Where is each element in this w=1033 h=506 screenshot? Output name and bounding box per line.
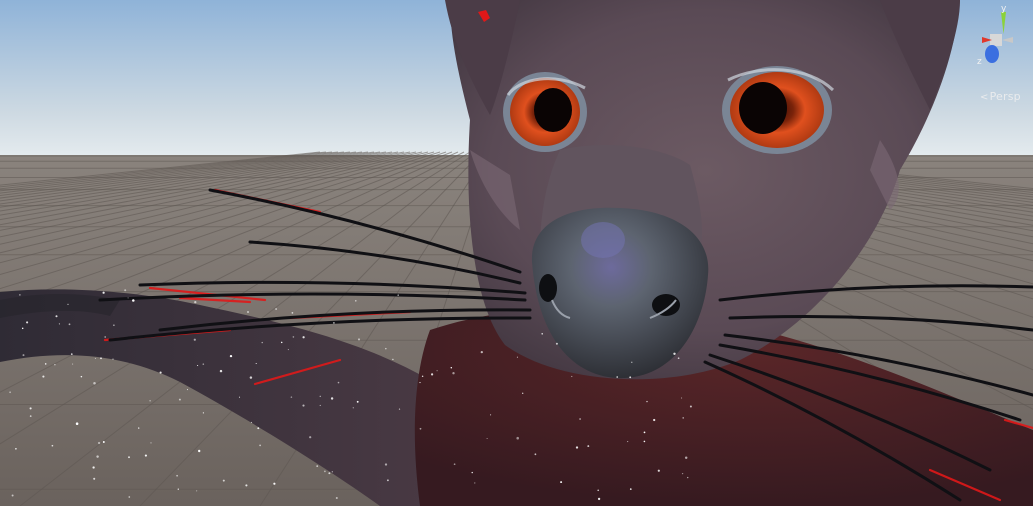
gizmo-y-label: y [1001, 4, 1007, 14]
projection-toggle[interactable]: <Persp [980, 90, 1021, 103]
gizmo-y-axis[interactable]: y [1001, 4, 1007, 34]
scene-viewport[interactable]: y z <Persp [0, 0, 1033, 506]
gizmo-z-label: z [977, 57, 982, 66]
scene-orientation-gizmo[interactable]: y z [968, 4, 1030, 66]
gizmo-z-axis[interactable]: z [977, 45, 999, 66]
projection-label: Persp [989, 90, 1021, 103]
scene-render[interactable] [0, 0, 1033, 506]
chevron-left-icon: < [980, 92, 989, 103]
left-eye [503, 72, 587, 152]
